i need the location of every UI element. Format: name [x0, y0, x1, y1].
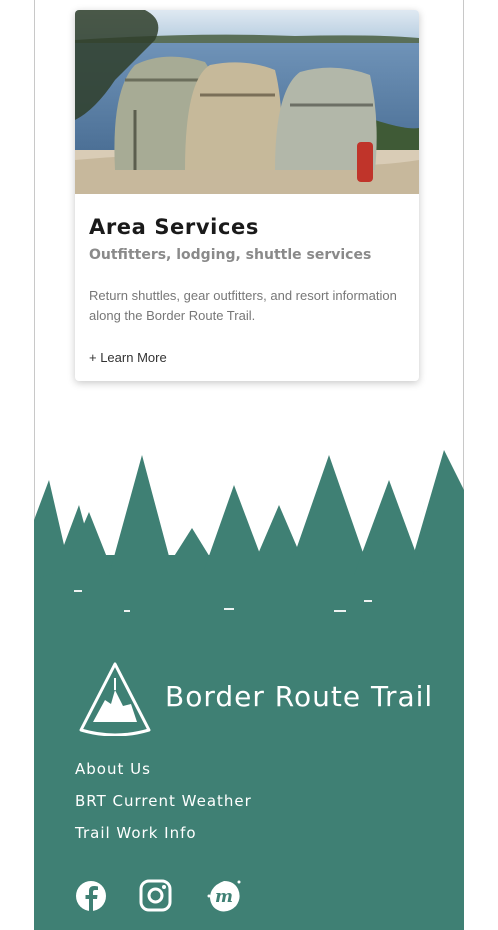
about-us-link[interactable]: About Us: [75, 758, 252, 790]
backpacks-photo: [75, 10, 419, 194]
facebook-icon[interactable]: [75, 878, 109, 914]
meetup-icon[interactable]: m: [207, 878, 241, 914]
trail-work-info-link[interactable]: Trail Work Info: [75, 822, 252, 854]
card-subtitle: Outfitters, lodging, shuttle services: [89, 247, 372, 263]
brand-name: Border Route Trail: [165, 680, 434, 713]
svg-text:m: m: [215, 887, 233, 907]
current-weather-link[interactable]: BRT Current Weather: [75, 790, 252, 822]
card-description: Return shuttles, gear outfitters, and re…: [89, 288, 397, 323]
card-title: Area Services: [89, 215, 259, 239]
brt-logo: [79, 662, 151, 736]
area-services-card: Area Services Outfitters, lodging, shutt…: [75, 10, 419, 381]
instagram-icon[interactable]: [139, 878, 173, 914]
footer-nav: About Us BRT Current Weather Trail Work …: [75, 758, 252, 854]
learn-more-link[interactable]: + Learn More: [89, 350, 167, 365]
